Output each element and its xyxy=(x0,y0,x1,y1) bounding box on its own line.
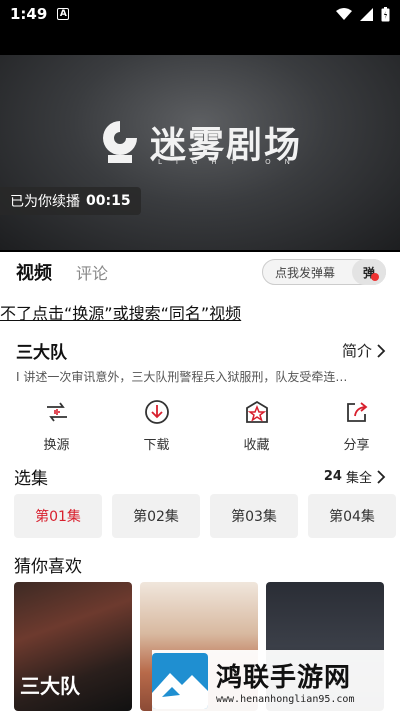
all-episodes-button[interactable]: 24 集全 xyxy=(324,467,386,486)
recommend-header: 猜你喜欢 xyxy=(14,552,386,577)
watermark-url: www.henanhonglian95.com xyxy=(216,693,355,705)
download-icon xyxy=(144,400,169,424)
resume-time: 00:15 xyxy=(86,193,131,209)
resume-text: 已为你续播 xyxy=(10,194,80,210)
watermark-name: 鸿联手游网 xyxy=(216,662,352,693)
episode-item-04[interactable]: 第04集 xyxy=(308,494,396,538)
show-header: 三大队 简介 xyxy=(16,338,386,363)
recommend-title: 猜你喜欢 xyxy=(14,557,82,577)
site-watermark: 鸿联手游网 www.henanhonglian95.com xyxy=(152,650,400,711)
danmu-input[interactable]: 点我发弹幕 弹 xyxy=(262,259,386,285)
danmu-placeholder: 点我发弹幕 xyxy=(275,265,336,280)
favorite-icon xyxy=(245,400,268,423)
notification-a-icon: A xyxy=(57,8,70,20)
battery-icon xyxy=(381,6,390,21)
tab-comments[interactable]: 评论 xyxy=(76,260,108,284)
wifi-icon xyxy=(336,7,352,20)
episodes-header: 选集 24 集全 xyxy=(14,464,386,489)
favorite-button[interactable]: 收藏 xyxy=(213,398,300,453)
episode-list: 第01集 第02集 第03集 第04集 xyxy=(14,494,396,538)
light-on-logo-icon xyxy=(103,121,137,163)
tab-video[interactable]: 视频 xyxy=(16,259,52,285)
recommend-card-1[interactable]: 三大队 xyxy=(14,582,132,711)
chevron-right-icon xyxy=(377,469,386,484)
watermark-logo-icon xyxy=(152,652,208,709)
action-bar: 换源 下载 收藏 分享 xyxy=(0,398,400,453)
episode-item-01[interactable]: 第01集 xyxy=(14,494,102,538)
status-time: 1:49 xyxy=(10,5,48,23)
source-notice-link[interactable]: 不了点击“换源”或搜索“同名”视频 xyxy=(0,300,241,324)
resume-toast: 已为你续播 00:15 xyxy=(0,187,141,215)
recommend-card-caption: 三大队 xyxy=(20,674,80,698)
video-player[interactable]: 迷雾剧场 LIGHT ON 已为你续播 00:15 xyxy=(0,28,400,252)
status-bar: 1:49 A xyxy=(0,0,400,28)
episode-item-02[interactable]: 第02集 xyxy=(112,494,200,538)
show-description: I 讲述一次审讯意外，三大队刑警程兵入狱服刑，队友受牵连… xyxy=(16,370,348,384)
download-button[interactable]: 下载 xyxy=(113,398,200,453)
intro-button[interactable]: 简介 xyxy=(342,340,386,361)
share-icon xyxy=(346,402,367,422)
share-button[interactable]: 分享 xyxy=(313,398,400,453)
danmu-toggle[interactable]: 弹 xyxy=(352,259,386,285)
episodes-title: 选集 xyxy=(14,469,48,489)
switch-source-button[interactable]: 换源 xyxy=(13,398,100,453)
chevron-right-icon xyxy=(377,343,386,358)
danmu-off-icon xyxy=(371,273,379,281)
switch-source-icon xyxy=(46,402,67,422)
signal-icon xyxy=(360,7,373,21)
show-title: 三大队 xyxy=(16,343,67,363)
theater-logo-subtext: LIGHT ON xyxy=(158,158,304,166)
episode-item-03[interactable]: 第03集 xyxy=(210,494,298,538)
